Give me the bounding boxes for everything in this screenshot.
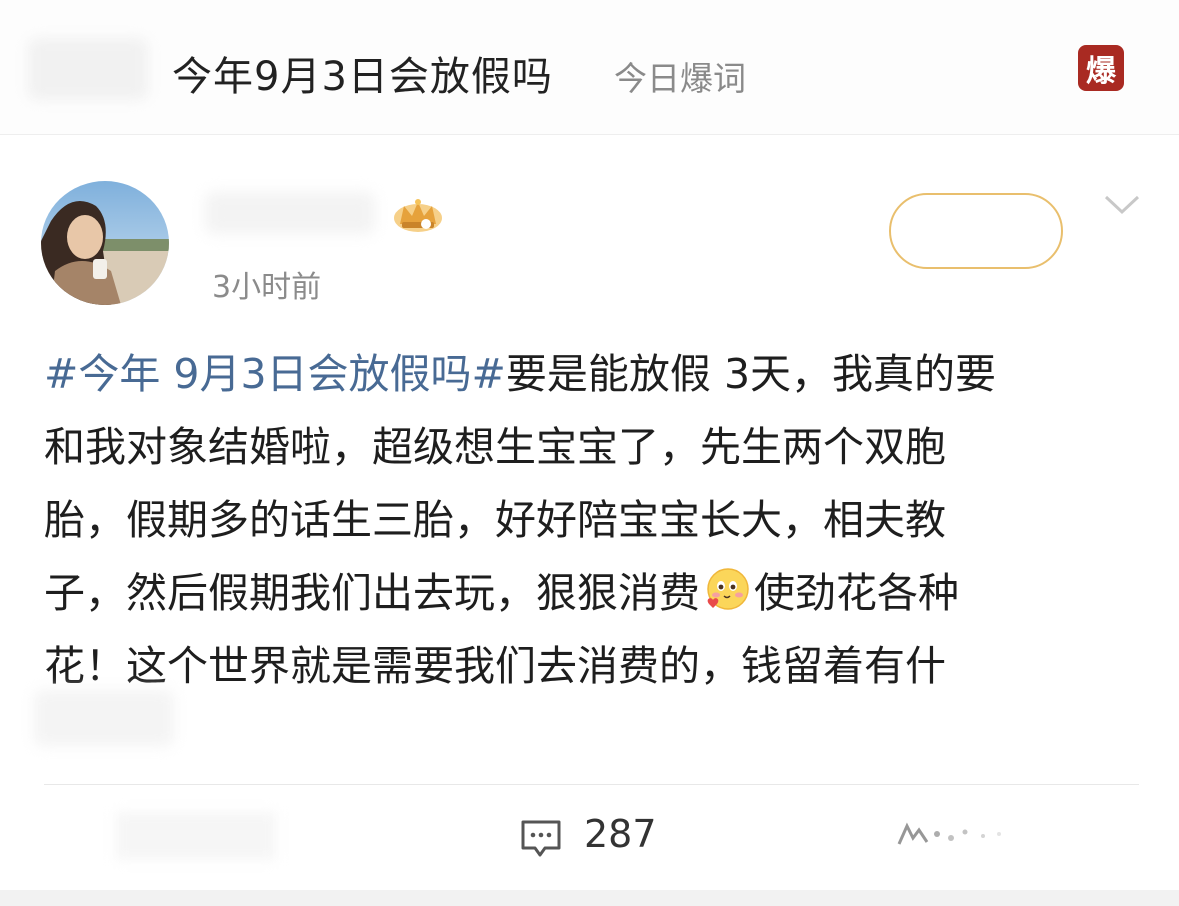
- post-time: 3小时前: [212, 270, 322, 305]
- topic-title[interactable]: 今年9月3日会放假吗: [172, 44, 553, 102]
- hot-badge: 爆: [1078, 45, 1124, 91]
- top-bar: 今年9月3日会放假吗 今日爆词 爆: [0, 0, 1179, 135]
- post-line: #今年 9月3日会放假吗#要是能放假 3天，我真的要: [44, 338, 1139, 411]
- back-button[interactable]: [28, 38, 148, 100]
- post-line: 胎，假期多的话生三胎，好好陪宝宝长大，相夫教: [44, 496, 946, 544]
- username[interactable]: [205, 192, 375, 234]
- blurred-content: [34, 690, 174, 746]
- follow-button[interactable]: [889, 193, 1063, 269]
- post-line-text: 使劲花各种: [754, 569, 959, 617]
- repost-button[interactable]: [116, 812, 276, 860]
- post-line-text: 子，然后假期我们出去玩，狠狠消费: [44, 569, 700, 617]
- divider: [44, 784, 1139, 785]
- crown-badge-icon: [394, 199, 442, 232]
- topic-tag: 今日爆词: [614, 59, 746, 98]
- post-line: 花！这个世界就是需要我们去消费的，钱留着有什: [44, 642, 946, 690]
- like-button[interactable]: [893, 816, 1013, 852]
- post-content: #今年 9月3日会放假吗#要是能放假 3天，我真的要 和我对象结婚啦，超级想生宝…: [44, 338, 1139, 703]
- comment-count[interactable]: 287: [584, 812, 657, 856]
- chevron-down-icon[interactable]: [1102, 193, 1142, 217]
- avatar[interactable]: [41, 181, 169, 305]
- comment-icon[interactable]: [519, 816, 563, 860]
- post-line-text: 要是能放假 3天，我真的要: [505, 350, 997, 398]
- post-line: 子，然后假期我们出去玩，狠狠消费 使劲花各种: [44, 557, 1139, 630]
- blush-heart-emoji-icon: [707, 568, 749, 610]
- hashtag-link[interactable]: #今年 9月3日会放假吗#: [44, 350, 506, 398]
- bottom-divider: [0, 890, 1179, 906]
- post-line: 和我对象结婚啦，超级想生宝宝了，先生两个双胞: [44, 423, 946, 471]
